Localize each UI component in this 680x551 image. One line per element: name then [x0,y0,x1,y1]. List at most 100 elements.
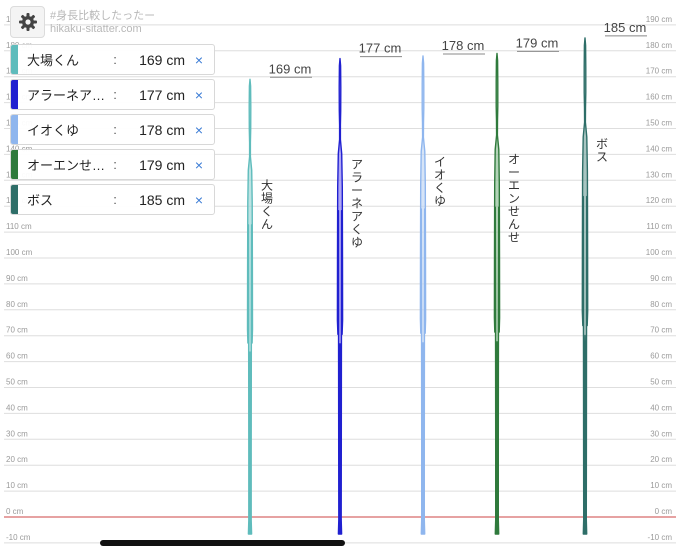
tick-label: 10 cm [6,481,28,490]
separator: : [113,122,117,137]
svg-text:オ: オ [434,168,446,182]
remove-icon[interactable]: × [185,192,213,208]
tick-label: 80 cm [650,300,672,309]
silhouette-name-4: オーエンせんせ [508,152,520,244]
tick-label: 90 cm [6,274,28,283]
watermark-url: hikaku-sitatter.com [50,23,142,35]
gear-icon [18,13,37,31]
silhouette-name-5: ボス [596,137,608,164]
tick-label: 100 cm [646,248,673,257]
svg-text:ー: ー [508,165,520,179]
height-labels: 169 cm 177 cm 178 cm 179 cm 185 cm [269,20,647,78]
tick-label: -10 cm [648,533,673,542]
character-name: オーエンせ… [27,158,105,173]
tick-label: 140 cm [646,144,673,153]
height-comparison-screen: -10 cm 0 cm 10 cm 20 cm 30 cm 40 cm 50 cm 60 cm… [0,0,680,551]
tick-label: 170 cm [646,67,673,76]
tick-label: 180 cm [646,41,673,50]
tick-label: 110 cm [6,222,32,231]
tick-label: 0 cm [6,507,24,516]
svg-text:大: 大 [261,178,273,192]
silhouette-2[interactable] [336,57,344,535]
home-indicator [100,540,345,546]
watermark-title: #身長比較したったー [50,10,156,22]
tick-label: 40 cm [650,403,672,412]
silhouette-name-1: 大場くん [261,178,273,231]
svg-text:ン: ン [508,191,520,205]
svg-text:ア: ア [351,210,363,224]
svg-text:ネ: ネ [351,197,363,211]
tick-label: 100 cm [6,248,33,257]
separator: : [113,87,117,102]
tick-label: 60 cm [650,352,672,361]
height-label-1: 169 cm [269,61,312,76]
remove-icon[interactable]: × [185,52,213,68]
svg-text:イ: イ [434,155,446,169]
tick-label: 30 cm [650,429,672,438]
color-swatch[interactable] [11,45,18,74]
silhouette-name-2: アラーネアくゆ [351,158,363,250]
separator: : [113,157,117,172]
svg-text:ア: ア [351,158,363,172]
svg-text:エ: エ [508,178,520,192]
tick-label: 90 cm [650,274,672,283]
tick-label: 60 cm [6,352,28,361]
svg-text:ん: ん [261,217,273,231]
svg-text:く: く [434,181,446,195]
height-label-5: 185 cm [604,20,647,35]
color-swatch[interactable] [11,150,18,179]
tick-label: 110 cm [646,222,672,231]
tick-label: 40 cm [6,403,28,412]
tick-label: 30 cm [6,429,28,438]
svg-text:ゆ: ゆ [434,194,446,208]
tick-label: -10 cm [6,533,31,542]
character-name: イオくゆ [27,123,80,138]
character-height[interactable]: 178 cm [125,122,185,138]
tick-labels-right: -10 cm 0 cm 10 cm 20 cm 30 cm 40 cm 50 cm 60 cm… [646,15,673,542]
tick-label: 80 cm [6,300,28,309]
silhouette-4[interactable] [493,52,501,535]
remove-icon[interactable]: × [185,122,213,138]
svg-text:ん: ん [508,217,520,231]
svg-text:場: 場 [261,191,273,205]
site-watermark: #身長比較したったー hikaku-sitatter.com [50,10,155,36]
tick-label: 150 cm [646,119,673,128]
character-height[interactable]: 177 cm [125,87,185,103]
tick-label: 120 cm [646,196,673,205]
svg-text:せ: せ [508,204,520,218]
svg-text:ゆ: ゆ [351,236,363,250]
height-label-4: 179 cm [516,35,559,50]
color-swatch[interactable] [11,115,18,144]
character-name: ボス [27,193,54,208]
separator: : [113,192,117,207]
remove-icon[interactable]: × [185,87,213,103]
character-height[interactable]: 169 cm [125,52,185,68]
tick-label: 190 cm [646,15,673,24]
color-swatch[interactable] [11,185,18,214]
character-row[interactable]: オーエンせ…:179 cm × [10,149,215,180]
character-row[interactable]: 大場くん:169 cm × [10,44,215,75]
tick-label: 10 cm [650,481,672,490]
character-row[interactable]: アラーネア…:177 cm × [10,79,215,110]
character-height[interactable]: 179 cm [125,157,185,173]
svg-text:ー: ー [351,184,363,198]
character-name: アラーネア… [27,88,105,103]
tick-label: 70 cm [650,326,672,335]
settings-button[interactable] [10,6,45,38]
silhouette-name-3: イオくゆ [434,155,446,208]
character-row[interactable]: イオくゆ:178 cm × [10,114,215,145]
character-height[interactable]: 185 cm [125,192,185,208]
silhouette-1[interactable] [246,78,254,535]
silhouettes: 大場くんアラーネアくゆイオくゆオーエンせんせボス [246,37,608,535]
tick-label: 70 cm [6,326,28,335]
silhouette-3[interactable] [419,55,427,535]
tick-label: 0 cm [655,507,673,516]
silhouette-5[interactable] [581,37,589,535]
tick-label: 20 cm [6,455,28,464]
remove-icon[interactable]: × [185,157,213,173]
separator: : [113,52,117,67]
character-row[interactable]: ボス:185 cm × [10,184,215,215]
svg-text:ボ: ボ [596,137,608,151]
color-swatch[interactable] [11,80,18,109]
character-name: 大場くん [27,53,80,68]
